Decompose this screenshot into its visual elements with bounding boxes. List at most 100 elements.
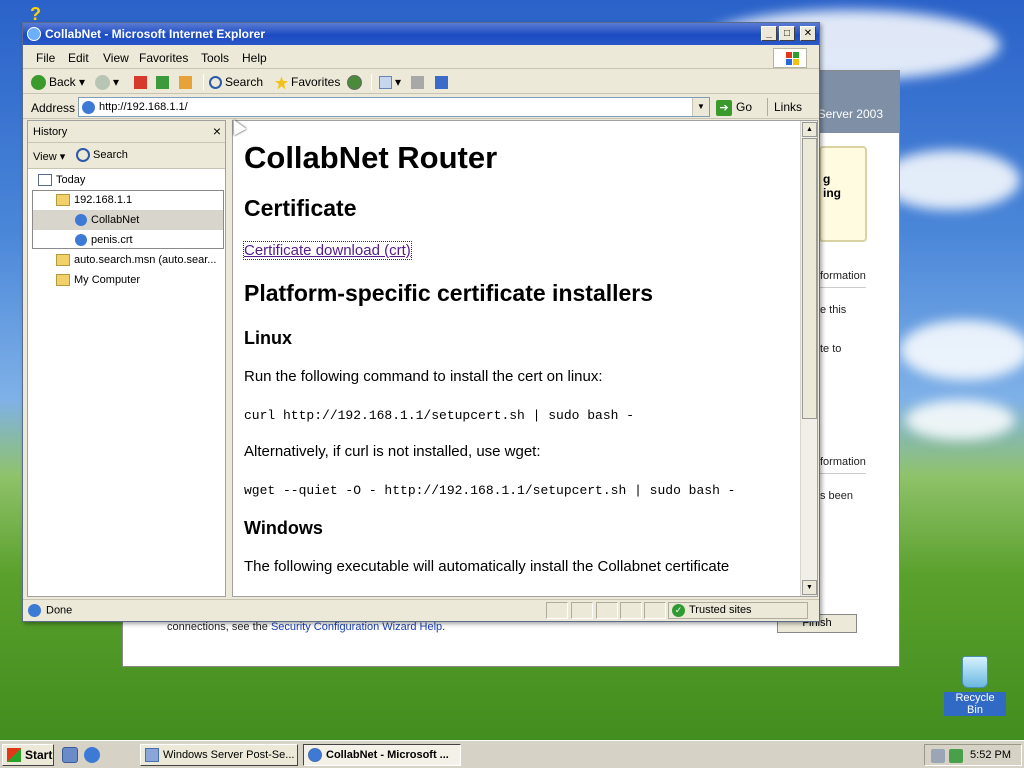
clock[interactable]: 5:52 PM bbox=[970, 749, 1011, 761]
taskbar-collabnet[interactable]: CollabNet - Microsoft ... bbox=[303, 744, 461, 766]
history-item-today[interactable]: Today bbox=[38, 170, 85, 190]
toolbar-separator bbox=[203, 74, 204, 90]
history-search-button[interactable]: Search bbox=[76, 148, 128, 162]
favorites-label: Favorites bbox=[291, 75, 341, 89]
start-button[interactable]: Start bbox=[2, 744, 54, 766]
server-window-icon bbox=[145, 748, 159, 762]
mail-icon bbox=[379, 76, 392, 90]
security-zone[interactable]: ✓ Trusted sites bbox=[668, 602, 808, 619]
divider bbox=[820, 473, 866, 474]
status-cell bbox=[620, 602, 642, 619]
text-fragment: e this bbox=[820, 304, 847, 316]
text-fragment: formation bbox=[820, 270, 866, 282]
home-button[interactable] bbox=[179, 73, 195, 91]
recycle-bin[interactable]: Recycle Bin bbox=[944, 656, 1006, 716]
platform-installers-heading: Platform-specific certificate installers bbox=[244, 280, 654, 306]
scroll-down-button[interactable]: ▼ bbox=[802, 580, 817, 595]
minimize-button[interactable]: _ bbox=[761, 26, 777, 41]
address-label: Address bbox=[31, 101, 76, 115]
back-button[interactable]: Back ▾ bbox=[31, 73, 85, 91]
history-item-label: auto.search.msn (auto.sear... bbox=[74, 254, 217, 266]
system-tray: 5:52 PM bbox=[924, 744, 1022, 766]
ie-page-icon bbox=[75, 214, 87, 227]
history-header: History × bbox=[28, 121, 225, 143]
linux-instructions: Run the following command to install the… bbox=[244, 368, 603, 385]
go-label: Go bbox=[736, 100, 753, 114]
wget-command: wget --quiet -O - http://192.168.1.1/set… bbox=[244, 483, 736, 498]
history-item-collabnet[interactable]: CollabNet bbox=[33, 210, 223, 230]
menu-help[interactable]: Help bbox=[242, 51, 267, 65]
back-label: Back bbox=[49, 75, 76, 89]
security-tray-icon[interactable] bbox=[949, 749, 963, 763]
recycle-bin-icon bbox=[962, 656, 988, 688]
search-button[interactable]: Search bbox=[209, 73, 263, 91]
menu-favorites[interactable]: Favorites bbox=[139, 51, 188, 65]
ie-window: CollabNet - Microsoft Internet Explorer … bbox=[22, 22, 820, 622]
linux-heading: Linux bbox=[244, 328, 292, 348]
go-arrow-icon: ➔ bbox=[716, 99, 732, 116]
zone-label: Trusted sites bbox=[689, 604, 752, 616]
history-view-button[interactable]: View ▾ bbox=[33, 150, 65, 163]
title-bar[interactable]: CollabNet - Microsoft Internet Explorer … bbox=[23, 23, 819, 45]
history-toolbar: View ▾ Search bbox=[28, 143, 225, 169]
taskbar: Start Windows Server Post-Se... CollabNe… bbox=[0, 740, 1024, 768]
menu-tools[interactable]: Tools bbox=[201, 51, 229, 65]
certificate-download-link[interactable]: Certificate download (crt) bbox=[243, 241, 412, 260]
go-button[interactable]: ➔ Go bbox=[716, 98, 752, 116]
forward-arrow-icon bbox=[95, 75, 110, 91]
history-item-my-computer[interactable]: My Computer bbox=[56, 270, 140, 290]
history-button[interactable] bbox=[347, 73, 365, 91]
history-item-label: 192.168.1.1 bbox=[74, 194, 133, 206]
history-item-label: penis.crt bbox=[91, 234, 133, 246]
folder-icon bbox=[56, 274, 70, 287]
quick-launch-desktop-icon[interactable] bbox=[62, 747, 78, 763]
history-icon bbox=[347, 75, 362, 91]
close-history-icon[interactable]: × bbox=[213, 123, 221, 139]
status-cell bbox=[546, 602, 568, 619]
taskbar-post-setup[interactable]: Windows Server Post-Se... bbox=[140, 744, 298, 766]
search-label: Search bbox=[225, 75, 264, 89]
history-item-site[interactable]: 192.168.1.1 bbox=[56, 190, 132, 210]
standard-toolbar: Back ▾ ▾ Search Favorites ▾ bbox=[23, 70, 819, 94]
print-button[interactable] bbox=[411, 73, 427, 91]
scroll-thumb[interactable] bbox=[802, 138, 817, 419]
star-icon bbox=[275, 76, 288, 90]
footer-text: connections, see the Security Configurat… bbox=[167, 621, 445, 633]
history-item-msn[interactable]: auto.search.msn (auto.sear... bbox=[56, 250, 216, 270]
links-button[interactable]: Links bbox=[767, 98, 802, 116]
history-item-crt[interactable]: penis.crt bbox=[75, 230, 133, 250]
history-item-label: Today bbox=[56, 174, 86, 186]
mail-button[interactable]: ▾ bbox=[379, 73, 401, 91]
quick-launch-ie-icon[interactable] bbox=[84, 747, 100, 763]
page-content: CollabNet Router Certificate Certificate… bbox=[232, 120, 818, 597]
back-arrow-icon bbox=[31, 75, 46, 91]
certificate-heading: Certificate bbox=[244, 195, 357, 221]
menu-edit[interactable]: Edit bbox=[68, 51, 89, 65]
vertical-scrollbar[interactable]: ▲ ▼ bbox=[800, 121, 817, 596]
menu-view[interactable]: View bbox=[103, 51, 129, 65]
footer-lead: connections, see the bbox=[167, 621, 271, 633]
address-dropdown-button[interactable]: ▼ bbox=[692, 98, 709, 116]
status-bar: Done ✓ Trusted sites bbox=[23, 599, 819, 621]
cloud bbox=[880, 150, 1020, 210]
forward-button[interactable]: ▾ bbox=[95, 73, 119, 91]
status-text: Done bbox=[28, 604, 72, 617]
ie-page-icon bbox=[75, 234, 87, 247]
curl-command: curl http://192.168.1.1/setupcert.sh | s… bbox=[244, 408, 635, 423]
menu-file[interactable]: File bbox=[36, 51, 55, 65]
edit-button[interactable] bbox=[435, 73, 451, 91]
divider bbox=[820, 287, 866, 288]
wget-instructions: Alternatively, if curl is not installed,… bbox=[244, 443, 541, 460]
address-input[interactable]: http://192.168.1.1/ ▼ bbox=[78, 97, 710, 117]
address-url: http://192.168.1.1/ bbox=[99, 101, 188, 113]
maximize-button[interactable]: □ bbox=[779, 26, 795, 41]
close-button[interactable]: ✕ bbox=[800, 26, 816, 41]
network-icon[interactable] bbox=[931, 749, 945, 763]
favorites-button[interactable]: Favorites bbox=[275, 73, 340, 91]
refresh-button[interactable] bbox=[156, 73, 172, 91]
help-desktop-icon[interactable]: ? bbox=[30, 4, 50, 24]
security-wizard-help-link[interactable]: Security Configuration Wizard Help bbox=[271, 621, 442, 633]
stop-button[interactable] bbox=[134, 73, 150, 91]
scroll-up-button[interactable]: ▲ bbox=[802, 122, 817, 137]
task-label: Windows Server Post-Se... bbox=[163, 749, 295, 761]
